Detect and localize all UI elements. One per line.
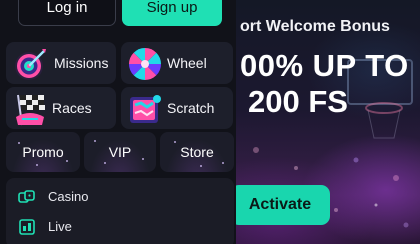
promo-banner: ort Welcome Bonus 00% UP TO 200 FS Activ… — [236, 0, 420, 244]
vip-tile[interactable]: VIP — [84, 132, 156, 172]
nav-item-live[interactable]: Live — [6, 212, 234, 242]
races-tile[interactable]: Races — [6, 87, 116, 129]
race-flag-icon — [16, 94, 45, 126]
casino-icon — [18, 190, 35, 203]
missions-tile[interactable]: Missions — [6, 42, 116, 84]
activate-button[interactable]: Activate — [236, 185, 330, 225]
prize-wheel-icon — [129, 48, 161, 80]
store-tile[interactable]: Store — [160, 132, 234, 172]
races-label: Races — [52, 100, 92, 116]
signup-button[interactable]: Sign up — [122, 0, 222, 26]
scratch-label: Scratch — [167, 100, 215, 116]
login-button[interactable]: Log in — [18, 0, 116, 26]
missions-label: Missions — [54, 55, 109, 71]
banner-headline: 00% UP TO — [240, 48, 409, 83]
wheel-tile[interactable]: Wheel — [121, 42, 233, 84]
promo-label: Promo — [22, 144, 64, 160]
live-icon — [19, 219, 35, 235]
nav-list: Casino Live — [6, 178, 234, 244]
scratch-card-icon — [130, 95, 161, 123]
scratch-tile[interactable]: Scratch — [121, 87, 233, 129]
wheel-label: Wheel — [167, 55, 207, 71]
nav-item-label: Casino — [48, 189, 89, 204]
banner-headline-2: 200 FS — [248, 84, 348, 119]
side-menu-panel: Log in Sign up Missions Wheel Races Scra… — [0, 0, 240, 244]
nav-item-casino[interactable]: Casino — [6, 182, 234, 212]
promo-tile[interactable]: Promo — [6, 132, 80, 172]
banner-kicker: ort Welcome Bonus — [240, 18, 390, 35]
nav-item-label: Live — [48, 219, 72, 234]
dartboard-icon — [15, 49, 46, 80]
vip-label: VIP — [108, 144, 132, 160]
store-label: Store — [180, 144, 214, 160]
